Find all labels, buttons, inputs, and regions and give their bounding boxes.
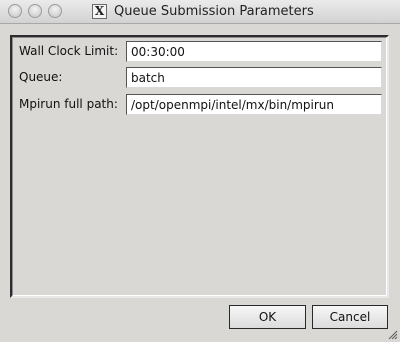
parameters-panel: Wall Clock Limit: Queue: Mpirun full pat… <box>10 35 389 298</box>
queue-label: Queue: <box>19 70 63 84</box>
mpirun-path-label: Mpirun full path: <box>19 97 118 111</box>
zoom-window-icon[interactable] <box>48 4 62 18</box>
resize-grip-icon[interactable] <box>388 330 398 340</box>
mpirun-path-input[interactable] <box>126 94 382 115</box>
cancel-button[interactable]: Cancel <box>312 305 388 329</box>
close-window-icon[interactable] <box>8 4 22 18</box>
ok-button[interactable]: OK <box>229 305 306 329</box>
queue-row: Queue: <box>18 67 383 89</box>
window-title: Queue Submission Parameters <box>114 4 314 19</box>
dialog-window: X Queue Submission Parameters Wall Clock… <box>0 0 400 342</box>
x11-icon: X <box>92 4 107 19</box>
minimize-window-icon[interactable] <box>28 4 42 18</box>
wall-clock-limit-input[interactable] <box>126 41 382 62</box>
wall-clock-limit-label: Wall Clock Limit: <box>19 44 119 58</box>
title-bar[interactable]: X Queue Submission Parameters <box>0 0 400 24</box>
mpirun-path-row: Mpirun full path: <box>18 94 383 116</box>
queue-input[interactable] <box>126 67 382 88</box>
wall-clock-limit-row: Wall Clock Limit: <box>18 41 383 63</box>
